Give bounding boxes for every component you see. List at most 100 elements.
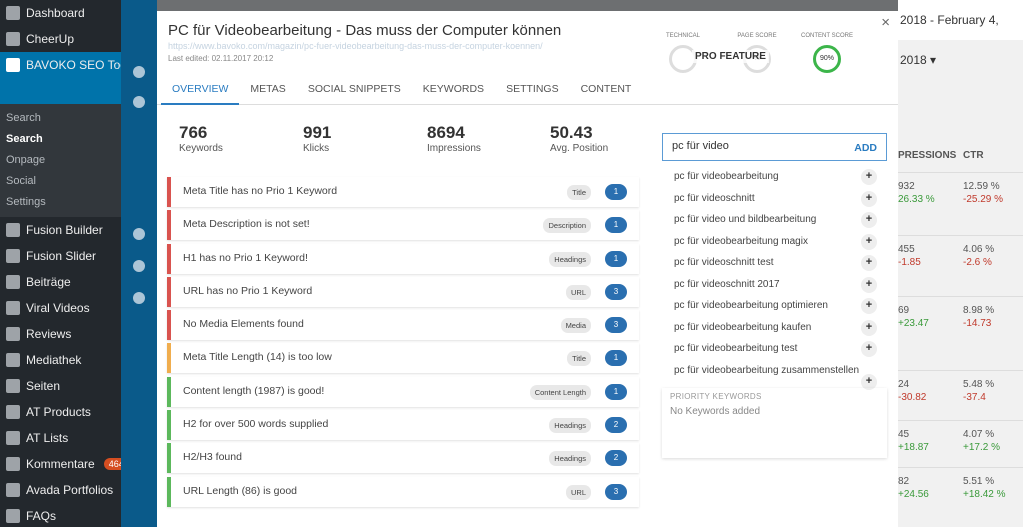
plus-icon[interactable]: + — [861, 319, 877, 336]
submenu-item[interactable]: Social — [0, 171, 121, 192]
keyword-suggestion[interactable]: pc für videobearbeitung kaufen + — [662, 317, 887, 339]
sidebar-item[interactable]: AT Lists — [0, 425, 121, 451]
add-keyword-button[interactable]: ADD — [854, 142, 877, 154]
issue-count-badge[interactable]: 3 — [605, 283, 627, 300]
issue-count-badge[interactable]: 1 — [605, 184, 627, 200]
stat-value: 766 — [179, 123, 208, 142]
keyword-suggestion[interactable]: pc für videoschnitt + — [662, 188, 887, 210]
keyword-suggestion[interactable]: pc für videobearbeitung + — [662, 166, 887, 188]
sidebar-item[interactable]: Beiträge — [0, 269, 121, 295]
last-edited: Last edited: 02.11.2017 20:12 — [168, 54, 274, 63]
issue-row: Meta Description is not set! Description 1 — [167, 210, 639, 241]
background-row: 45 +18.87 4.07 % +17.2 % — [898, 420, 1023, 453]
plus-icon[interactable]: + — [861, 298, 877, 314]
pin-icon — [6, 275, 20, 289]
page-url[interactable]: https://www.bavoko.com/magazin/pc-fuer-v… — [168, 41, 543, 51]
issue-count-badge[interactable]: 1 — [605, 217, 627, 234]
star-icon — [6, 327, 20, 341]
keyword-suggestion[interactable]: pc für videobearbeitung magix + — [662, 231, 887, 253]
sidebar-item-label: CheerUp — [26, 32, 75, 46]
chart-icon[interactable] — [133, 66, 145, 78]
sidebar-item[interactable]: Mediathek — [0, 347, 121, 373]
keyword-suggestion[interactable]: pc für videobearbeitung zusammenstellen + — [662, 360, 887, 390]
sidebar-item[interactable]: Viral Videos — [0, 295, 121, 321]
keyword-input[interactable]: pc für video ADD — [662, 133, 887, 161]
plus-icon[interactable]: + — [861, 255, 877, 271]
tab-overview[interactable]: OVERVIEW — [161, 77, 240, 105]
issue-tag: Title — [567, 185, 591, 200]
sidebar-item-label: Avada Portfolios — [26, 483, 114, 497]
tab-content[interactable]: CONTENT — [570, 77, 643, 105]
submenu-item[interactable]: Search — [0, 129, 121, 150]
submenu-item[interactable]: Settings — [0, 192, 121, 213]
bg-ctr-delta: +18.42 % — [963, 489, 1006, 500]
keyword-suggestion[interactable]: pc für videobearbeitung test + — [662, 338, 887, 360]
fusion-icon — [6, 249, 20, 263]
bg-ctr: 4.07 % — [963, 429, 995, 440]
sidebar-item[interactable]: Seiten — [0, 373, 121, 399]
submenu-item[interactable]: Search — [0, 108, 121, 129]
sidebar-item-label: Reviews — [26, 327, 72, 341]
issue-text: No Media Elements found — [183, 318, 304, 331]
issue-count-badge[interactable]: 3 — [605, 317, 627, 334]
submenu-item[interactable]: Onpage — [0, 150, 121, 171]
plus-icon[interactable]: + — [861, 212, 877, 228]
close-icon[interactable]: × — [881, 14, 890, 31]
plus-icon[interactable]: + — [861, 276, 877, 293]
sidebar-item[interactable]: FAQs — [0, 503, 121, 527]
issue-count-badge[interactable]: 2 — [605, 417, 627, 434]
sidebar-item[interactable]: CheerUp — [0, 26, 121, 52]
plus-icon[interactable]: + — [861, 169, 877, 185]
score-ring: 90% — [813, 45, 841, 73]
issue-tag: Headings — [549, 418, 591, 434]
secondary-sidebar — [121, 0, 157, 527]
keyword-suggestion[interactable]: pc für videoschnitt test + — [662, 252, 887, 274]
issue-count-badge[interactable]: 2 — [605, 450, 627, 467]
score-label: PAGE SCORE — [737, 33, 777, 39]
bg-ctr: 5.51 % — [963, 476, 995, 487]
sidebar-item[interactable]: Reviews — [0, 321, 121, 347]
background-row: 82 +24.56 5.51 % +18.42 % — [898, 467, 1023, 500]
sidebar-item-label: Fusion Builder — [26, 223, 103, 237]
admin-sidebar: Dashboard CheerUp BAVOKO SEO Tools Search Se… — [0, 0, 136, 527]
keyword-suggestion[interactable]: pc für video und bildbearbeitung + — [662, 209, 887, 231]
sidebar-item[interactable]: Kommentare 464 — [0, 451, 129, 477]
plus-icon[interactable]: + — [861, 233, 877, 250]
issue-count-badge[interactable]: 1 — [605, 350, 627, 367]
search-icon[interactable] — [133, 96, 145, 108]
issue-text: H2/H3 found — [183, 451, 242, 464]
sidebar-item-label: BAVOKO SEO Tools — [26, 58, 136, 72]
date-range[interactable]: 2018 - February 4, 2018 ▾ — [898, 0, 1023, 67]
sidebar-item-label: AT Products — [26, 405, 91, 419]
sidebar-item[interactable]: Dashboard — [0, 0, 121, 26]
code-icon[interactable] — [133, 228, 145, 240]
dashboard-icon — [6, 6, 20, 20]
keyword-suggestion[interactable]: pc für videobearbeitung optimieren + — [662, 295, 887, 317]
sidebar-item[interactable]: BAVOKO SEO Tools — [0, 52, 136, 104]
gear-icon — [6, 58, 20, 72]
plus-icon[interactable]: + — [861, 190, 877, 207]
sidebar-item[interactable]: Avada Portfolios — [0, 477, 121, 503]
gear-icon[interactable] — [133, 292, 145, 304]
keyword-suggestion[interactable]: pc für videoschnitt 2017 + — [662, 274, 887, 296]
issue-text: H1 has no Prio 1 Keyword! — [183, 251, 308, 264]
sidebar-item[interactable]: Fusion Slider — [0, 243, 121, 269]
issue-count-badge[interactable]: 1 — [605, 383, 627, 400]
sidebar-item[interactable]: Fusion Builder — [0, 217, 121, 243]
tab-settings[interactable]: SETTINGS — [495, 77, 570, 105]
stat-label: Klicks — [303, 143, 330, 154]
page-icon — [6, 379, 20, 393]
tab-social-snippets[interactable]: SOCIAL SNIPPETS — [297, 77, 412, 105]
issue-count-badge[interactable]: 1 — [605, 250, 627, 267]
sidebar-item-label: Mediathek — [26, 353, 82, 367]
issue-count-badge[interactable]: 3 — [605, 483, 627, 500]
stat-label: Keywords — [179, 143, 223, 154]
share-icon[interactable] — [133, 260, 145, 272]
tab-metas[interactable]: METAS — [239, 77, 296, 105]
stat-label: Impressions — [427, 143, 481, 154]
tab-keywords[interactable]: KEYWORDS — [412, 77, 495, 105]
plus-icon[interactable]: + — [861, 341, 877, 357]
sidebar-item[interactable]: AT Products — [0, 399, 121, 425]
bg-impressions: 69 — [898, 305, 910, 316]
pro-feature-label[interactable]: PRO FEATURE — [692, 50, 769, 63]
